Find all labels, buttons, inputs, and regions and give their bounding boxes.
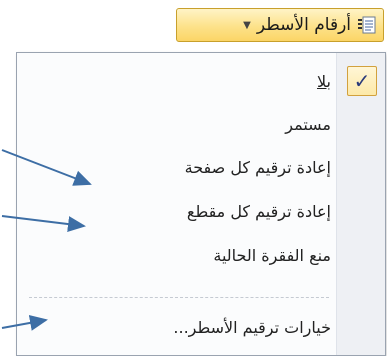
check-glyph: ✓: [353, 69, 371, 93]
line-numbers-label: أرقام الأسطر: [256, 15, 351, 35]
menu-item-line-numbering-options[interactable]: خيارات ترقيم الأسطر...: [37, 309, 337, 345]
menu-item-label: مستمر: [285, 114, 331, 134]
menu-item-label: منع الفقرة الحالية: [213, 245, 331, 265]
chevron-down-icon: ▼: [243, 19, 251, 31]
line-numbers-button[interactable]: أرقام الأسطر ▼: [176, 8, 384, 42]
menu-item-suppress-current-paragraph[interactable]: منع الفقرة الحالية: [37, 237, 337, 273]
menu-item-none[interactable]: بلا: [37, 63, 337, 99]
menu-item-label: بلا: [317, 71, 331, 91]
menu-item-restart-each-section[interactable]: إعادة ترقيم كل مقطع: [37, 193, 337, 229]
menu-item-label: إعادة ترقيم كل صفحة: [184, 157, 331, 177]
menu-gutter: [336, 53, 385, 355]
menu-separator: [29, 297, 329, 298]
line-numbers-icon: [357, 15, 377, 35]
menu-item-label: خيارات ترقيم الأسطر...: [173, 317, 331, 337]
checkmark-icon: ✓: [347, 66, 377, 96]
menu-item-label: إعادة ترقيم كل مقطع: [186, 201, 331, 221]
line-numbers-menu: ✓ بلا مستمر إعادة ترقيم كل صفحة إعادة تر…: [16, 52, 386, 356]
menu-item-restart-each-page[interactable]: إعادة ترقيم كل صفحة: [37, 149, 337, 185]
menu-item-continuous[interactable]: مستمر: [37, 106, 337, 142]
